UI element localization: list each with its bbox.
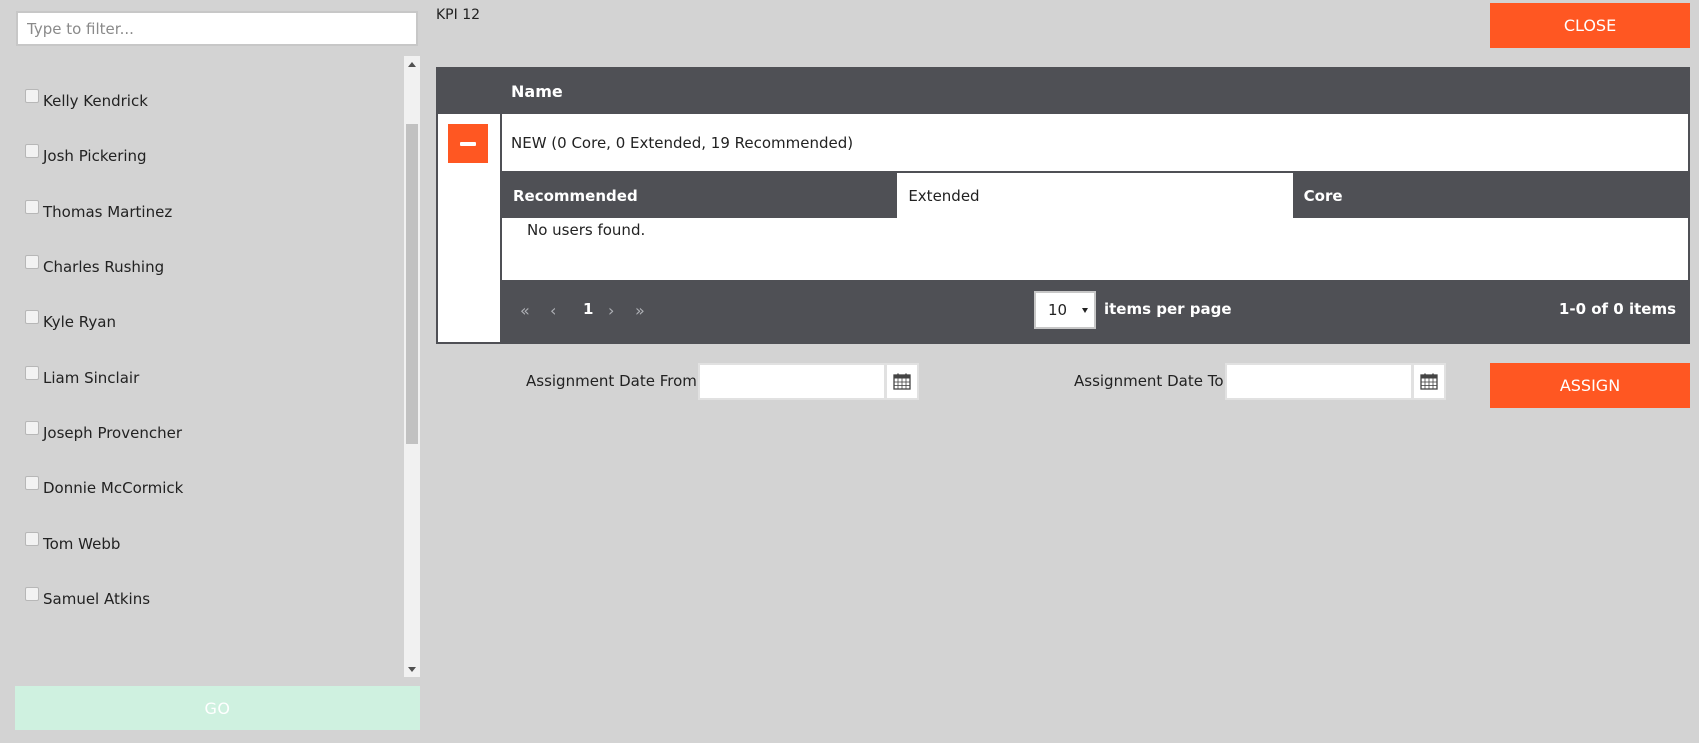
scrollbar-thumb[interactable]: [406, 124, 418, 444]
detail-tabs: Recommended Extended Core: [502, 173, 1688, 218]
scroll-up-arrow-icon[interactable]: [404, 56, 420, 72]
chevron-down-icon: [1082, 308, 1088, 313]
user-checkbox[interactable]: [25, 587, 39, 601]
user-checkbox[interactable]: [25, 255, 39, 269]
no-users-message: No users found.: [527, 221, 646, 239]
items-per-page-label: items per page: [1104, 300, 1232, 318]
page-size-value: 10: [1048, 301, 1068, 319]
empty-results: No users found.: [502, 218, 1688, 280]
name-column-header[interactable]: Name: [511, 82, 563, 101]
user-list-item[interactable]: Josh Pickering: [25, 144, 147, 168]
user-checkbox[interactable]: [25, 89, 39, 103]
user-list-item[interactable]: Kelly Kendrick: [25, 89, 148, 113]
tab-extended[interactable]: Extended: [897, 173, 1293, 218]
tab-recommended[interactable]: Recommended: [502, 173, 898, 218]
user-name: Liam Sinclair: [43, 369, 140, 387]
assignment-date-from-label: Assignment Date From: [526, 372, 697, 390]
user-list-item[interactable]: Donnie McCormick: [25, 476, 183, 500]
user-checkbox[interactable]: [25, 476, 39, 490]
user-list-item[interactable]: Tom Webb: [25, 532, 120, 556]
group-row: NEW (0 Core, 0 Extended, 19 Recommended): [502, 114, 1688, 173]
user-list-item[interactable]: Liam Sinclair: [25, 366, 139, 390]
calendar-icon[interactable]: [885, 363, 919, 400]
user-checkbox[interactable]: [25, 421, 39, 435]
filter-input[interactable]: [16, 11, 418, 46]
items-count: 1-0 of 0 items: [1558, 300, 1676, 318]
page-size-select[interactable]: 10: [1034, 291, 1096, 329]
assignment-date-to-input[interactable]: [1225, 363, 1413, 400]
close-button[interactable]: CLOSE: [1490, 3, 1690, 48]
assignment-date-from-input[interactable]: [698, 363, 886, 400]
first-page-icon[interactable]: «: [520, 301, 530, 320]
user-list-item[interactable]: Joseph Provencher: [25, 421, 182, 445]
scroll-down-arrow-icon[interactable]: [404, 661, 420, 677]
kpi-grid: Name NEW (0 Core, 0 Extended, 19 Recomme…: [436, 67, 1690, 344]
user-list-scrollbar[interactable]: [404, 56, 420, 677]
user-name: Tom Webb: [43, 535, 121, 553]
go-button[interactable]: GO: [15, 686, 420, 730]
user-name: Josh Pickering: [43, 147, 147, 165]
user-checkbox[interactable]: [25, 200, 39, 214]
user-list-item[interactable]: Thomas Martinez: [25, 200, 172, 224]
user-name: Joseph Provencher: [43, 424, 182, 442]
user-checkbox[interactable]: [25, 144, 39, 158]
user-name: Samuel Atkins: [43, 590, 151, 608]
prev-page-icon[interactable]: ‹: [550, 301, 556, 320]
user-name: Kyle Ryan: [43, 313, 116, 331]
user-name: Thomas Martinez: [43, 203, 173, 221]
user-list-item[interactable]: Kyle Ryan: [25, 310, 116, 334]
user-list-item[interactable]: Samuel Atkins: [25, 587, 150, 611]
assign-button[interactable]: ASSIGN: [1490, 363, 1690, 408]
user-checkbox[interactable]: [25, 532, 39, 546]
last-page-icon[interactable]: »: [635, 301, 645, 320]
expand-column: [438, 114, 502, 342]
user-name: Kelly Kendrick: [43, 92, 148, 110]
user-checkbox[interactable]: [25, 366, 39, 380]
group-row-text: NEW (0 Core, 0 Extended, 19 Recommended): [511, 134, 854, 152]
pager: « ‹ 1 › » 10 items per page 1-0 of 0 ite…: [502, 280, 1688, 342]
user-name: Donnie McCormick: [43, 479, 184, 497]
calendar-icon[interactable]: [1412, 363, 1446, 400]
kpi-title: KPI 12: [436, 7, 481, 23]
user-name: Charles Rushing: [43, 258, 165, 276]
grid-header: Name: [438, 69, 1688, 114]
current-page-number[interactable]: 1: [583, 300, 593, 318]
user-list-item[interactable]: Charles Rushing: [25, 255, 164, 279]
assignment-date-to-label: Assignment Date To: [1074, 372, 1224, 390]
tab-core[interactable]: Core: [1292, 173, 1688, 218]
user-list: Kelly Kendrick Josh Pickering Thomas Mar…: [14, 56, 404, 676]
collapse-minus-icon[interactable]: [448, 124, 488, 163]
next-page-icon[interactable]: ›: [608, 301, 614, 320]
user-checkbox[interactable]: [25, 310, 39, 324]
